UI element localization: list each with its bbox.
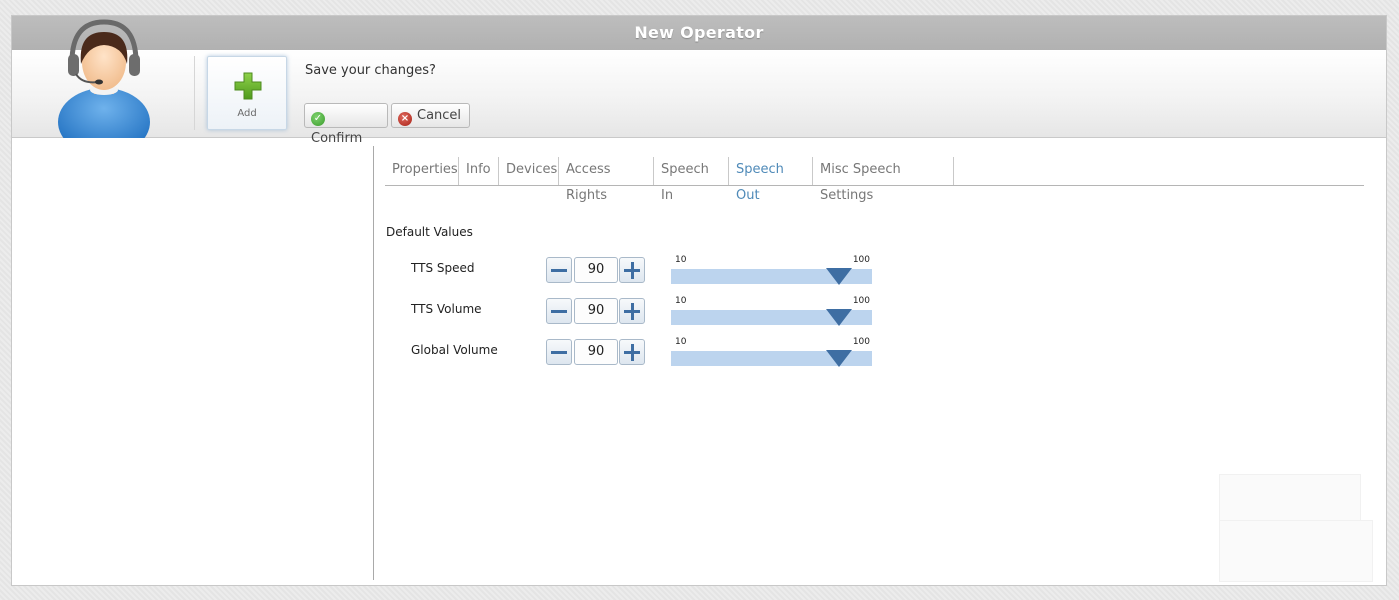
- value-field[interactable]: 90: [574, 298, 618, 324]
- slider-max-label: 100: [852, 255, 870, 265]
- slider-min-label: 10: [675, 296, 687, 306]
- decrement-button[interactable]: [546, 339, 572, 365]
- setting-label: TTS Speed: [411, 261, 475, 275]
- tab-speech-out[interactable]: Speech Out: [729, 157, 813, 203]
- value-field[interactable]: 90: [574, 257, 618, 283]
- window-title: New Operator: [12, 16, 1386, 50]
- tts-volume-slider[interactable]: 10 100: [671, 296, 872, 326]
- faded-panel: [1219, 474, 1361, 522]
- toolbar: Add Save your changes? ✓Confirm × Cancel: [12, 19, 1386, 146]
- tab-properties[interactable]: Properties: [385, 157, 459, 185]
- setting-row-global-volume: Global Volume 90 10 100: [12, 337, 1388, 372]
- setting-label: Global Volume: [411, 343, 498, 357]
- faded-panel: [1219, 520, 1373, 582]
- increment-button[interactable]: [619, 298, 645, 324]
- setting-row-tts-speed: TTS Speed 90 10 100: [12, 255, 1388, 290]
- minus-icon: [551, 351, 567, 354]
- tab-speech-in[interactable]: Speech In: [654, 157, 729, 203]
- add-button[interactable]: Add: [207, 56, 287, 130]
- setting-row-tts-volume: TTS Volume 90 10 100: [12, 296, 1388, 331]
- tab-bar: Properties Info Devices Access Rights Sp…: [385, 157, 1364, 203]
- tab-access-rights[interactable]: Access Rights: [559, 157, 654, 203]
- slider-thumb[interactable]: [825, 309, 852, 326]
- toolbar-divider: [194, 56, 195, 130]
- decrement-button[interactable]: [546, 257, 572, 283]
- tts-speed-slider[interactable]: 10 100: [671, 255, 872, 285]
- slider-max-label: 100: [852, 296, 870, 306]
- add-button-label: Add: [237, 108, 257, 119]
- slider-max-label: 100: [852, 337, 870, 347]
- save-prompt: Save your changes?: [305, 63, 436, 78]
- new-operator-window: New Operator Add Save your changes? ✓Con…: [11, 15, 1387, 586]
- tab-devices[interactable]: Devices: [499, 157, 559, 185]
- plus-icon-v: [630, 262, 634, 279]
- cancel-button-label: Cancel: [417, 108, 462, 123]
- minus-icon: [551, 310, 567, 313]
- increment-button[interactable]: [619, 257, 645, 283]
- checkmark-icon: ✓: [311, 112, 325, 126]
- x-icon: ×: [398, 112, 412, 126]
- slider-min-label: 10: [675, 337, 687, 347]
- global-volume-slider[interactable]: 10 100: [671, 337, 872, 367]
- increment-button[interactable]: [619, 339, 645, 365]
- cancel-button[interactable]: × Cancel: [391, 103, 470, 128]
- confirm-button[interactable]: ✓Confirm: [304, 103, 388, 146]
- slider-thumb[interactable]: [825, 268, 852, 285]
- minus-icon: [551, 269, 567, 272]
- tab-info[interactable]: Info: [459, 157, 499, 185]
- decrement-button[interactable]: [546, 298, 572, 324]
- value-field[interactable]: 90: [574, 339, 618, 365]
- operator-headset-icon: [58, 19, 150, 138]
- slider-thumb[interactable]: [825, 350, 852, 367]
- slider-min-label: 10: [675, 255, 687, 265]
- plus-icon-v: [630, 344, 634, 361]
- setting-label: TTS Volume: [411, 302, 482, 316]
- plus-icon-v: [630, 303, 634, 320]
- tab-misc-speech-settings[interactable]: Misc Speech Settings: [813, 157, 954, 203]
- plus-icon: [234, 72, 262, 100]
- default-values-heading: Default Values: [386, 225, 473, 239]
